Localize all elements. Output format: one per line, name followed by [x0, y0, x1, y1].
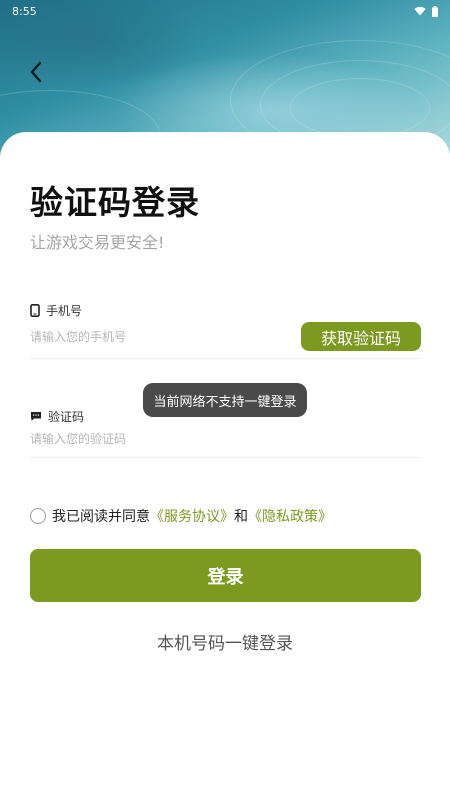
status-time: 8:55 [12, 4, 37, 18]
code-divider [30, 457, 420, 458]
one-key-login-link[interactable]: 本机号码一键登录 [0, 629, 450, 654]
phone-input[interactable] [30, 326, 290, 348]
agreement-checkbox[interactable] [30, 508, 46, 524]
phone-field-label: 手机号 [30, 302, 82, 319]
phone-icon [30, 304, 40, 317]
message-icon [31, 412, 41, 421]
service-agreement-link[interactable]: 《服务协议》 [150, 506, 234, 526]
chevron-left-icon [30, 61, 42, 83]
get-code-button[interactable]: 获取验证码 [301, 322, 421, 351]
battery-icon [432, 5, 438, 17]
code-input[interactable] [30, 428, 290, 450]
status-icons [414, 5, 438, 17]
privacy-policy-link[interactable]: 《隐私政策》 [248, 506, 332, 526]
agreement-row: 我已阅读并同意 《服务协议》 和 《隐私政策》 [30, 506, 332, 526]
code-field-label: 验证码 [30, 408, 84, 425]
water-ripple [290, 78, 430, 138]
back-button[interactable] [24, 58, 48, 86]
login-button[interactable]: 登录 [30, 549, 421, 602]
phone-divider [30, 358, 420, 359]
page-subtitle: 让游戏交易更安全! [30, 233, 165, 252]
status-bar: 8:55 [0, 0, 450, 22]
toast-message: 当前网络不支持一键登录 [143, 383, 307, 417]
code-label-text: 验证码 [48, 410, 85, 424]
wifi-icon [414, 6, 426, 16]
phone-label-text: 手机号 [46, 304, 83, 318]
page-title: 验证码登录 [30, 183, 200, 222]
agreement-conjunction: 和 [234, 509, 248, 525]
agreement-prefix: 我已阅读并同意 [52, 509, 150, 525]
